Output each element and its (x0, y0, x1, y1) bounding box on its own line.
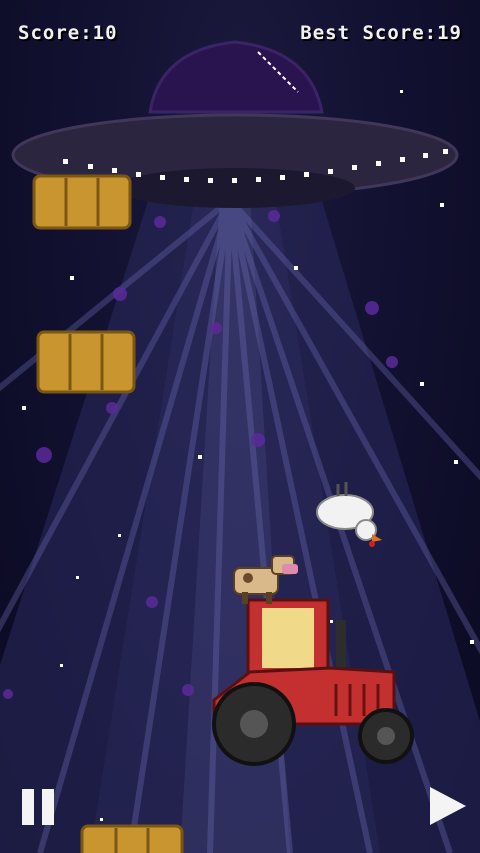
hay-bale (32, 174, 132, 230)
play-icon (430, 787, 466, 825)
hay-bale (36, 330, 136, 394)
game-screen[interactable]: Score:10 Best Score:19 (0, 0, 480, 853)
score-label: Score:10 (18, 22, 118, 44)
game-scene (0, 40, 480, 853)
play-button[interactable] (428, 785, 468, 827)
pause-button[interactable] (18, 787, 58, 827)
hay-bale (80, 824, 184, 853)
best-score-label: Best Score:19 (300, 22, 462, 44)
